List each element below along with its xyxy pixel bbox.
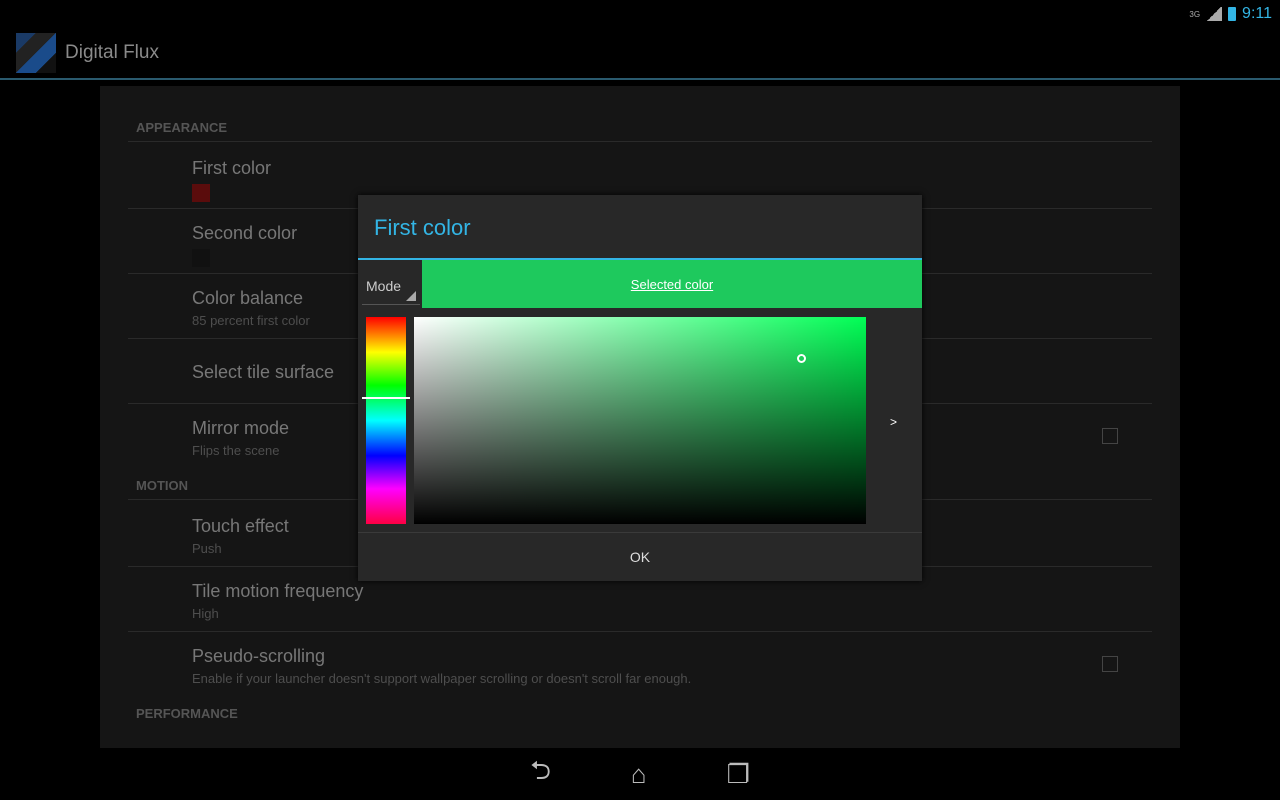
pref-summary: Enable if your launcher doesn't support …: [192, 671, 692, 686]
picker-cursor[interactable]: [797, 354, 806, 363]
dialog-title: First color: [374, 215, 471, 240]
divider: [128, 631, 1152, 632]
app-logo-icon[interactable]: [16, 33, 56, 73]
pref-summary: Flips the scene: [192, 443, 280, 458]
saturation-value-picker[interactable]: [414, 317, 866, 524]
ok-button[interactable]: OK: [358, 533, 922, 581]
selected-color-preview[interactable]: Selected color: [422, 260, 922, 308]
section-appearance: APPEARANCE: [136, 120, 228, 135]
signal-icon: [1206, 7, 1223, 21]
pref-tile-surface[interactable]: Select tile surface: [192, 362, 334, 383]
pref-pseudo-scrolling[interactable]: Pseudo-scrolling Enable if your launcher …: [192, 646, 691, 686]
color-swatch: [192, 184, 210, 202]
pref-title: Pseudo-scrolling: [192, 646, 326, 666]
pref-second-color[interactable]: Second color: [192, 223, 297, 267]
next-button[interactable]: >: [890, 415, 897, 429]
battery-icon: [1228, 7, 1237, 21]
section-performance: PERFORMANCE: [136, 706, 238, 721]
section-motion: MOTION: [136, 478, 188, 493]
pref-first-color[interactable]: First color: [192, 158, 271, 202]
pref-summary: High: [192, 606, 219, 621]
mirror-checkbox[interactable]: [1102, 428, 1118, 444]
clock: 9:11: [1242, 5, 1272, 22]
pref-title: Touch effect: [192, 516, 289, 536]
mode-spinner[interactable]: Mode: [362, 263, 420, 305]
pref-mirror-mode[interactable]: Mirror mode Flips the scene: [192, 418, 289, 458]
home-icon[interactable]: ⌂: [631, 759, 647, 790]
pref-title: Mirror mode: [192, 418, 290, 438]
hue-marker[interactable]: [362, 397, 410, 399]
pref-title: Color balance: [192, 288, 304, 308]
recents-icon[interactable]: ❐: [727, 759, 750, 790]
app-title: Digital Flux: [65, 42, 159, 63]
pref-touch-effect[interactable]: Touch effect Push: [192, 516, 289, 556]
pref-title: First color: [192, 158, 272, 178]
pref-summary: 85 percent first color: [192, 313, 310, 328]
pref-title: Tile motion frequency: [192, 581, 364, 601]
status-bar: 3G 9:11: [0, 0, 1280, 28]
dropdown-icon: [406, 291, 416, 301]
back-icon[interactable]: ⮌: [530, 752, 551, 796]
pref-color-balance[interactable]: Color balance 85 percent first color: [192, 288, 310, 328]
pref-title: Select tile surface: [192, 362, 335, 382]
navigation-bar: ⮌ ⌂ ❐: [0, 748, 1280, 800]
color-picker-dialog: First color Mode Selected color > OK: [358, 195, 922, 581]
pref-title: Second color: [192, 223, 298, 243]
hue-slider[interactable]: [366, 317, 406, 524]
pseudo-scrolling-checkbox[interactable]: [1102, 656, 1118, 672]
pref-summary: Push: [192, 541, 222, 556]
pref-motion-frequency[interactable]: Tile motion frequency High: [192, 581, 363, 621]
mode-label: Mode: [366, 278, 402, 294]
color-swatch: [192, 249, 210, 267]
network-type: 3G: [1189, 9, 1201, 19]
divider: [128, 141, 1152, 142]
action-bar: Digital Flux: [0, 28, 1280, 80]
selected-color-label: Selected color: [630, 276, 714, 292]
